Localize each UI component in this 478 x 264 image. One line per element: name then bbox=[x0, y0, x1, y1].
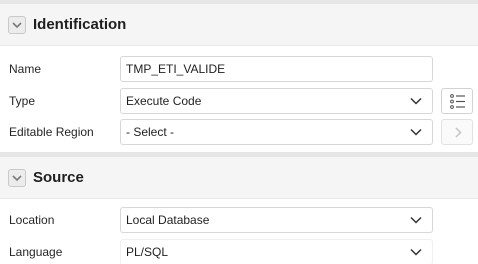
identification-collapse-toggle[interactable] bbox=[8, 16, 26, 34]
chevron-down-icon bbox=[410, 248, 422, 256]
type-row: Type Execute Code bbox=[0, 86, 478, 116]
chevron-down-icon bbox=[410, 97, 422, 105]
name-label: Name bbox=[9, 62, 42, 76]
chevron-down-icon bbox=[410, 128, 422, 136]
type-value: Execute Code bbox=[126, 94, 202, 108]
go-to-region-button[interactable] bbox=[441, 119, 473, 145]
language-label: Language bbox=[9, 245, 63, 259]
chevron-down-icon bbox=[410, 216, 422, 224]
chevron-down-icon bbox=[12, 175, 22, 182]
name-field[interactable]: TMP_ETI_VALIDE bbox=[120, 56, 433, 82]
location-row: Location Local Database bbox=[0, 205, 478, 235]
source-section-header[interactable]: Source bbox=[0, 157, 478, 199]
identification-section-title: Identification bbox=[33, 16, 127, 33]
editable-region-label: Editable Region bbox=[9, 125, 94, 139]
language-row: Language PL/SQL bbox=[0, 237, 478, 264]
source-collapse-toggle[interactable] bbox=[8, 169, 26, 187]
editable-region-row: Editable Region - Select - bbox=[0, 117, 478, 147]
editable-region-value: - Select - bbox=[126, 125, 175, 139]
location-value: Local Database bbox=[126, 213, 210, 227]
language-value: PL/SQL bbox=[126, 245, 169, 259]
type-label: Type bbox=[9, 94, 36, 108]
location-label: Location bbox=[9, 213, 55, 227]
list-icon bbox=[450, 94, 465, 109]
identification-section-header[interactable]: Identification bbox=[0, 4, 478, 46]
source-section-title: Source bbox=[33, 169, 84, 186]
type-select[interactable]: Execute Code bbox=[120, 88, 433, 114]
location-select[interactable]: Local Database bbox=[120, 207, 433, 233]
chevron-right-icon bbox=[455, 127, 462, 138]
name-row: Name TMP_ETI_VALIDE bbox=[0, 54, 478, 84]
language-select[interactable]: PL/SQL bbox=[120, 239, 433, 264]
chevron-down-icon bbox=[12, 22, 22, 29]
editable-region-select[interactable]: - Select - bbox=[120, 119, 433, 145]
name-value: TMP_ETI_VALIDE bbox=[126, 62, 226, 76]
list-of-values-button[interactable] bbox=[441, 88, 473, 114]
